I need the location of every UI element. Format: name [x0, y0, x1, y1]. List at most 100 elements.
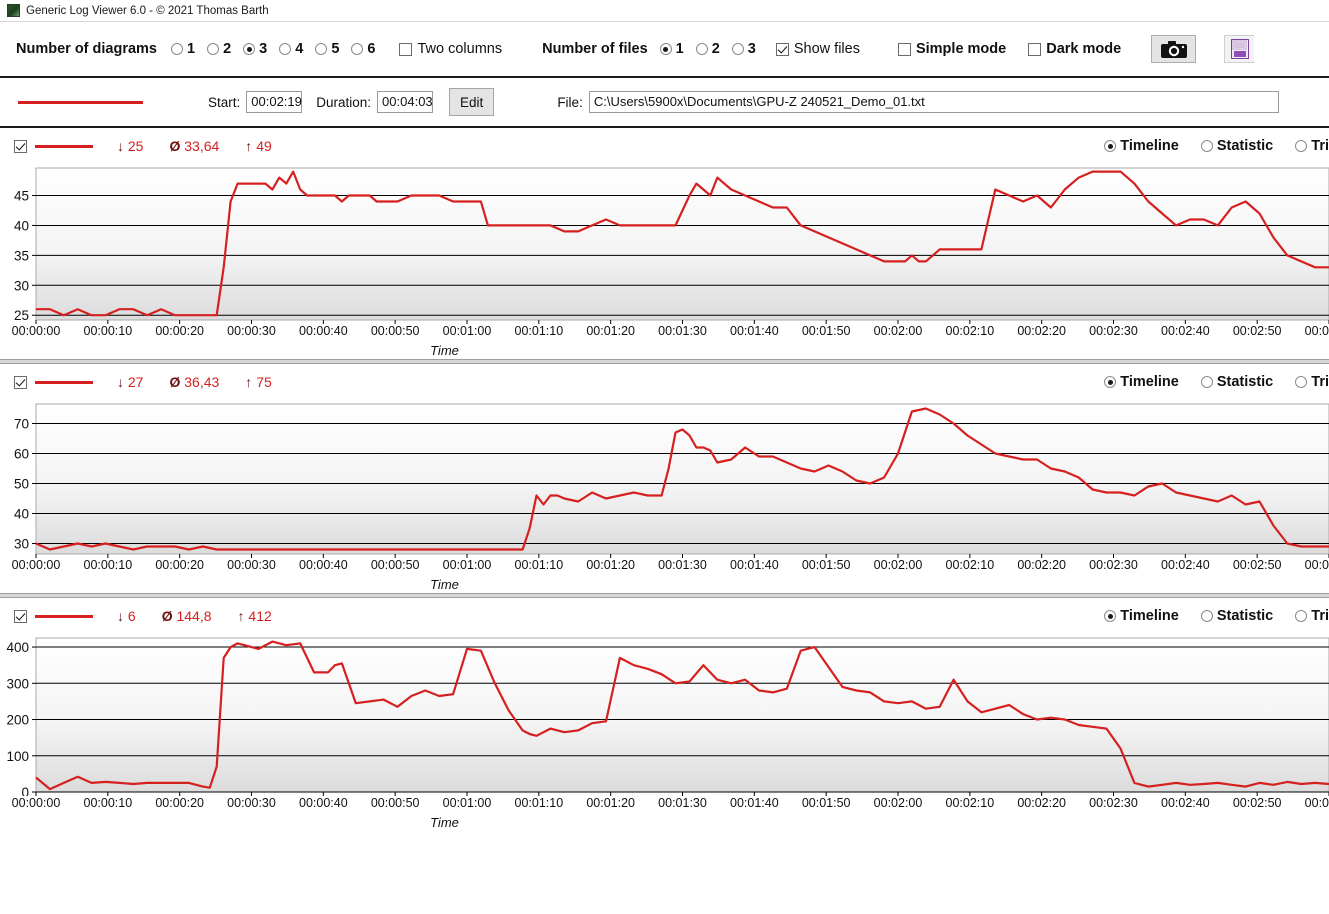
x-tick-label: 00:01:00 — [442, 324, 492, 338]
chart-panel-2: ↓ 27 Ø 36,43 ↑ 75 Timeline Statistic Tri 30 40 5… — [0, 364, 1329, 593]
file-row: Start: 00:02:19 Duration: 00:04:03 Edit … — [0, 78, 1329, 128]
avg-stat: Ø 33,64 — [169, 138, 219, 154]
max-arrow-icon: ↑ — [237, 608, 245, 624]
radio-icon — [1200, 610, 1213, 622]
chart-legend-line — [35, 380, 93, 384]
min-arrow-icon: ↓ — [117, 374, 124, 390]
view-mode-timeline[interactable]: Timeline — [1104, 374, 1179, 390]
radio-icon — [1295, 610, 1308, 622]
x-tick-label: 00:00:40 — [298, 796, 348, 810]
x-tick-label: 00:02:50 — [1232, 558, 1282, 572]
y-tick-label: 70 — [14, 417, 29, 432]
x-tick-label: 00:01:20 — [586, 558, 635, 572]
diagram-count-option-1[interactable]: 1 — [171, 41, 195, 57]
number-of-files-radio-group: 1 2 3 — [659, 41, 756, 57]
avg-value: 144,8 — [176, 608, 212, 624]
average-icon: Ø — [161, 608, 173, 624]
show-files-label: Show files — [793, 41, 860, 57]
view-mode-third[interactable]: Tri — [1295, 374, 1329, 390]
x-tick-label: 00:01:10 — [514, 324, 564, 338]
edit-button[interactable]: Edit — [449, 88, 495, 116]
diagram-count-option-3[interactable]: 3 — [243, 41, 267, 57]
x-tick-label: 00:02:20 — [1017, 324, 1066, 338]
max-value: 75 — [256, 374, 272, 390]
radio-icon — [171, 43, 183, 55]
x-tick-label: 00:02:50 — [1232, 324, 1282, 338]
chart-enable-checkbox[interactable] — [14, 139, 27, 153]
diagram-count-option-4[interactable]: 4 — [279, 41, 303, 57]
file-label: File: — [557, 94, 583, 110]
x-tick-label: 00:02:30 — [1089, 796, 1138, 810]
simple-mode-label: Simple mode — [915, 41, 1007, 57]
x-tick-label: 00:02:40 — [1160, 324, 1210, 338]
view-mode-statistic[interactable]: Statistic — [1200, 608, 1273, 624]
view-mode-radio-group-2: Timeline Statistic Tri — [1104, 374, 1329, 390]
duration-label: Duration: — [316, 94, 372, 110]
file-count-option-3[interactable]: 3 — [731, 41, 756, 57]
diagram-count-option-2[interactable]: 2 — [207, 41, 231, 57]
save-icon — [1230, 39, 1249, 59]
diagram-count-option-5[interactable]: 5 — [315, 41, 339, 57]
chart-header-3: ↓ 6 Ø 144,8 ↑ 412 Timeline Statistic Tri — [0, 598, 1329, 634]
view-mode-label: Tri — [1311, 374, 1329, 390]
simple-mode-checkbox[interactable]: Simple mode — [897, 41, 1007, 57]
chart-legend-line — [35, 614, 93, 618]
chart-panel-3: ↓ 6 Ø 144,8 ↑ 412 Timeline Statistic Tri 0 100 2… — [0, 598, 1329, 831]
x-axis-title-3: Time — [430, 815, 459, 830]
x-tick-label: 00:00:20 — [155, 324, 204, 338]
chart-enable-checkbox[interactable] — [14, 609, 27, 623]
chart-svg-3: 0 100 200 300 400 — [6, 637, 1329, 796]
x-tick-label: 00:00:10 — [83, 796, 133, 810]
x-tick-label: 00:00:00 — [11, 796, 61, 810]
x-tick-label: 00:02:20 — [1017, 558, 1066, 572]
two-columns-checkbox[interactable]: Two columns — [399, 41, 502, 57]
window-title-bar: Generic Log Viewer 6.0 - © 2021 Thomas B… — [0, 0, 1329, 22]
screenshot-button[interactable] — [1151, 35, 1197, 63]
file-count-option-1[interactable]: 1 — [659, 41, 684, 57]
y-tick-label: 40 — [14, 218, 29, 233]
file-path-input[interactable]: C:\Users\5900x\Documents\GPU-Z 240521_De… — [588, 91, 1279, 113]
x-tick-label: 00:03:00 — [1304, 558, 1329, 572]
x-axis-title-1: Time — [430, 343, 459, 358]
number-of-diagrams-radio-group: 1 2 3 4 5 6 — [171, 41, 375, 57]
x-tick-label: 00:02:40 — [1160, 558, 1210, 572]
x-tick-label: 00:01:10 — [514, 796, 564, 810]
radio-icon — [731, 43, 744, 55]
x-tick-label: 00:00:50 — [370, 324, 420, 338]
two-columns-label: Two columns — [417, 41, 503, 57]
show-files-checkbox[interactable]: Show files — [775, 41, 860, 57]
y-tick-label: 0 — [21, 785, 29, 796]
x-tick-label: 00:00:40 — [298, 324, 348, 338]
save-button[interactable] — [1224, 35, 1255, 63]
view-mode-timeline[interactable]: Timeline — [1104, 608, 1179, 624]
diagram-count-option-6[interactable]: 6 — [351, 41, 375, 57]
min-stat: ↓ 6 — [117, 608, 136, 624]
x-tick-label: 00:02:20 — [1017, 796, 1066, 810]
view-mode-statistic[interactable]: Statistic — [1200, 138, 1273, 154]
start-input[interactable]: 00:02:19 — [246, 91, 303, 113]
radio-icon — [1295, 376, 1308, 388]
plot-area-2: 30 40 50 60 70 — [0, 400, 1329, 558]
x-tick-label: 00:01:10 — [514, 558, 564, 572]
view-mode-timeline[interactable]: Timeline — [1104, 138, 1179, 154]
chart-header-1: ↓ 25 Ø 33,64 ↑ 49 Timeline Statistic Tri — [0, 128, 1329, 164]
toolbar: Number of diagrams 1 2 3 4 5 6 Two colum… — [0, 22, 1329, 78]
view-mode-third[interactable]: Tri — [1295, 608, 1329, 624]
chart-legend-line — [35, 144, 93, 148]
y-tick-label: 25 — [14, 308, 29, 323]
view-mode-statistic[interactable]: Statistic — [1200, 374, 1273, 390]
view-mode-third[interactable]: Tri — [1295, 138, 1329, 154]
duration-input[interactable]: 00:04:03 — [377, 91, 434, 113]
x-axis-title-2: Time — [430, 577, 459, 592]
chart-enable-checkbox[interactable] — [14, 375, 27, 389]
x-tick-label: 00:00:50 — [370, 558, 420, 572]
checkbox-icon — [399, 42, 413, 56]
x-tick-label: 00:00:20 — [155, 796, 204, 810]
file-count-option-2[interactable]: 2 — [695, 41, 720, 57]
max-arrow-icon: ↑ — [245, 374, 253, 390]
x-tick-label: 00:02:00 — [873, 796, 923, 810]
dark-mode-checkbox[interactable]: Dark mode — [1028, 41, 1121, 57]
view-mode-label: Timeline — [1120, 608, 1179, 624]
y-tick-label: 30 — [14, 537, 29, 552]
y-tick-label: 35 — [14, 248, 29, 263]
